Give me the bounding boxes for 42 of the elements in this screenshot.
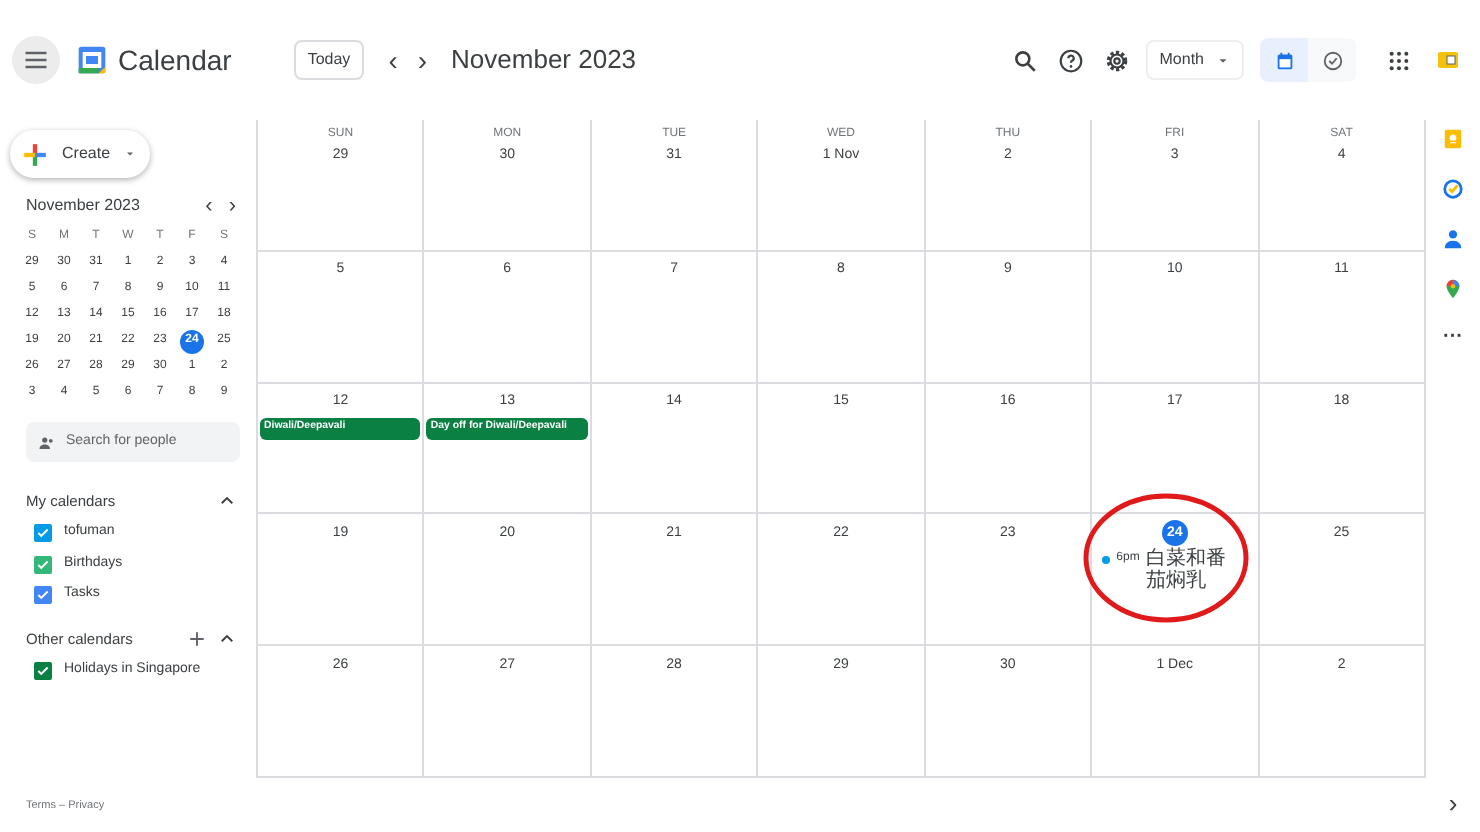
apps-grid-icon[interactable]: [1388, 49, 1410, 71]
next-month-button[interactable]: ›: [228, 195, 236, 217]
calendar-icon: [1273, 49, 1295, 71]
menu-button[interactable]: [12, 36, 60, 84]
previous-month-button[interactable]: ‹: [205, 195, 213, 217]
tasks-view-button[interactable]: [1308, 38, 1356, 82]
mini-calendar-title: November 2023: [26, 194, 142, 218]
caret-icon: [1216, 53, 1230, 67]
help-icon[interactable]: [1057, 47, 1084, 73]
map-pin-icon[interactable]: [1442, 278, 1464, 300]
expand-panel-button[interactable]: ›: [1448, 790, 1458, 816]
check-icon: [36, 557, 50, 571]
add-icon[interactable]: [188, 629, 206, 648]
caret-icon: [124, 148, 137, 160]
menu-icon: [22, 46, 50, 74]
search-icon[interactable]: [1011, 47, 1038, 73]
next-button[interactable]: ›: [417, 46, 428, 74]
view-select[interactable]: Month: [1145, 40, 1244, 80]
plus-icon: [22, 141, 48, 167]
event-title[interactable]: 白菜和番茄焖乳: [1145, 548, 1230, 593]
task-check-icon[interactable]: [1442, 178, 1464, 200]
period-title: November 2023: [451, 42, 637, 79]
check-circle-icon: [1321, 49, 1343, 71]
create-button[interactable]: Create: [10, 130, 150, 178]
collapse-icon[interactable]: [218, 629, 236, 648]
person-icon[interactable]: [1442, 228, 1464, 250]
check-icon: [36, 663, 50, 678]
check-icon: [36, 588, 50, 602]
app-name: Calendar: [118, 41, 232, 79]
account-icon[interactable]: [1436, 48, 1460, 72]
previous-button[interactable]: ‹: [388, 46, 398, 74]
calendar-logo-icon: [76, 44, 108, 76]
calendar-checkbox[interactable]: [34, 555, 52, 573]
people-icon: [38, 433, 56, 451]
today-button[interactable]: Today: [293, 40, 365, 80]
calendar-checkbox[interactable]: [34, 586, 52, 604]
calendar-checkbox[interactable]: [34, 661, 52, 680]
calendar-checkbox[interactable]: [34, 524, 52, 542]
settings-icon[interactable]: [1103, 47, 1130, 73]
calendar-view-button[interactable]: [1260, 38, 1308, 82]
check-icon: [36, 526, 50, 540]
more-button[interactable]: ···: [1443, 328, 1463, 348]
